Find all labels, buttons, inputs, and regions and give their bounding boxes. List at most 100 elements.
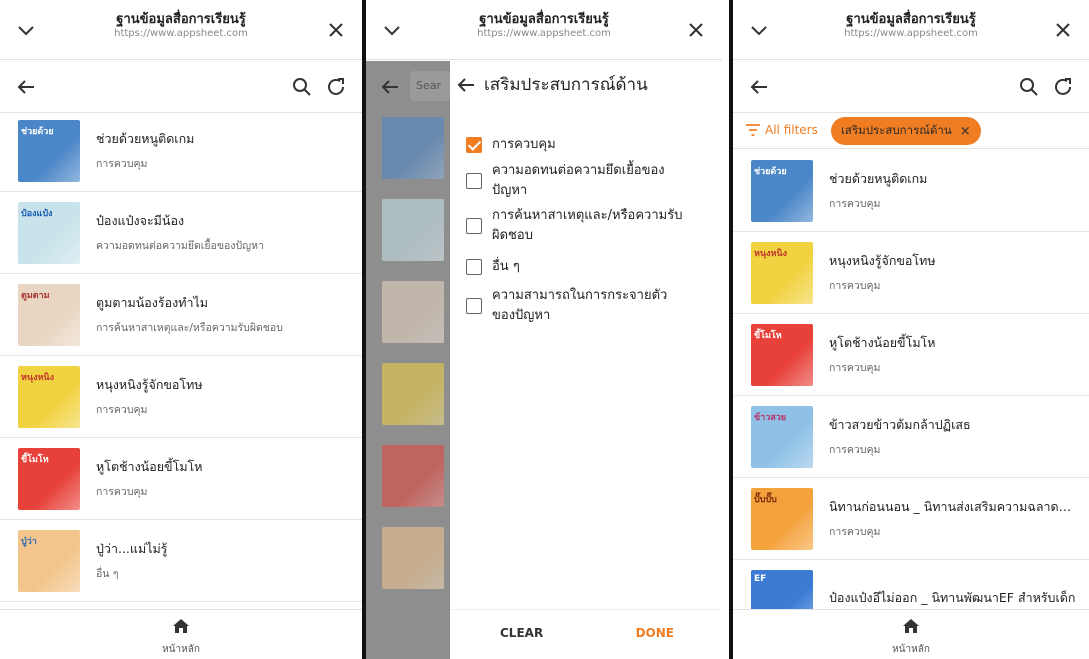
- book-cover-thumbnail: ขี้โมโห: [751, 323, 813, 386]
- bottom-nav: หน้าหลัก: [733, 609, 1089, 659]
- item-list: ช่วยด้วย ช่วยด้วยหนูติดเกม การควบคุม หนุง…: [733, 150, 1089, 642]
- back-arrow-icon[interactable]: [747, 75, 771, 99]
- refresh-icon[interactable]: [1051, 75, 1075, 99]
- book-cover-thumbnail: ช่วยด้วย: [751, 159, 813, 222]
- list-item[interactable]: ป๋องแป๋ง ป๋องแป๋งจะมีน้อง ความอดทนต่อความ…: [0, 192, 362, 274]
- item-category: การควบคุม: [96, 486, 148, 498]
- close-icon[interactable]: [1051, 18, 1075, 42]
- app-header: ฐานข้อมูลสื่อการเรียนรู้ https://www.app…: [366, 0, 722, 60]
- back-arrow-icon[interactable]: [14, 75, 38, 99]
- app-title: ฐานข้อมูลสื่อการเรียนรู้: [479, 12, 609, 27]
- close-icon[interactable]: ×: [960, 124, 971, 139]
- item-category: การควบคุม: [829, 198, 881, 210]
- item-title: ช่วยด้วยหนูติดเกม: [96, 131, 195, 146]
- search-icon[interactable]: [290, 75, 314, 99]
- book-cover-thumbnail: [382, 363, 444, 425]
- panel-filter-sheet: ฐานข้อมูลสื่อการเรียนรู้ https://www.app…: [366, 0, 722, 659]
- app-url: https://www.appsheet.com: [114, 28, 248, 39]
- clear-button[interactable]: CLEAR: [500, 626, 543, 640]
- filter-sheet: เสริมประสบการณ์ด้าน การควบคุม ความอดทนต่…: [450, 61, 722, 659]
- checkbox-icon[interactable]: [466, 218, 482, 234]
- all-filters-button[interactable]: All filters: [745, 123, 818, 137]
- filter-option-label: ความสามารถในการกระจายตัว ของปัญหา: [492, 288, 668, 323]
- list-item[interactable]: ขี้โมโห หูโตช้างน้อยขี้โมโหการควบคุม: [0, 438, 362, 520]
- filter-option[interactable]: การค้นหาสาเหตุและ/หรือความรับ ผิดชอบ: [466, 206, 712, 246]
- item-title: หนุงหนิงรู้จักขอโทษ: [96, 377, 203, 392]
- filter-option-label: อื่น ๆ: [492, 259, 520, 274]
- filter-option[interactable]: ความอดทนต่อความยึดเยื้อของ ปัญหา: [466, 161, 712, 201]
- list-item[interactable]: หนุงหนิง หนุงหนิงรู้จักขอโทษ การควบคุม: [733, 232, 1089, 314]
- item-title: ปู่ว่า...แม่ไม่รู้: [96, 541, 168, 556]
- list-item[interactable]: ช่วยด้วย ช่วยด้วยหนูติดเกม การควบคุม: [733, 150, 1089, 232]
- panel-list-view: ฐานข้อมูลสื่อการเรียนรู้ https://www.app…: [0, 0, 362, 659]
- item-category: การควบคุม: [829, 526, 881, 538]
- refresh-icon[interactable]: [324, 75, 348, 99]
- list-item[interactable]: ปู่ว่า ปู่ว่า...แม่ไม่รู้ อื่น ๆ: [0, 520, 362, 602]
- list-item[interactable]: ปั๊บปั๊บ นิทานก่อนนอน _ นิทานส่งเสริมควา…: [733, 478, 1089, 560]
- book-cover-thumbnail: [382, 527, 444, 589]
- home-icon[interactable]: [901, 616, 921, 636]
- book-cover-thumbnail: ปู่ว่า: [18, 529, 80, 592]
- book-cover-thumbnail: หนุงหนิง: [18, 365, 80, 428]
- app-url: https://www.appsheet.com: [844, 28, 978, 39]
- item-category: การควบคุม: [829, 362, 881, 374]
- list-item[interactable]: ขี้โมโห หูโตช้างน้อยขี้โมโหการควบคุม: [733, 314, 1089, 396]
- filter-option-label: การควบคุม: [492, 137, 556, 152]
- app-header: ฐานข้อมูลสื่อการเรียนรู้ https://www.app…: [733, 0, 1089, 60]
- book-cover-thumbnail: [382, 281, 444, 343]
- back-arrow-icon[interactable]: [454, 73, 478, 97]
- item-category: การควบคุม: [96, 158, 148, 170]
- filter-option[interactable]: ความสามารถในการกระจายตัว ของปัญหา: [466, 286, 712, 326]
- checkbox-icon[interactable]: [466, 173, 482, 189]
- filter-actions: CLEAR DONE: [450, 609, 722, 659]
- item-category: การควบคุม: [96, 404, 148, 416]
- chip-label: เสริมประสบการณ์ด้าน: [841, 123, 952, 137]
- item-title: ตูมตามน้องร้องทำไม: [96, 295, 208, 310]
- search-icon[interactable]: [1017, 75, 1041, 99]
- book-cover-thumbnail: [382, 199, 444, 261]
- all-filters-label: All filters: [765, 123, 818, 137]
- home-icon[interactable]: [171, 616, 191, 636]
- app-title: ฐานข้อมูลสื่อการเรียนรู้: [116, 12, 246, 27]
- list-item[interactable]: หนุงหนิง หนุงหนิงรู้จักขอโทษการควบคุม: [0, 356, 362, 438]
- close-icon[interactable]: [324, 18, 348, 42]
- list-item[interactable]: ข้าวสวย ข้าวสวยข้าวต้มกล้าปฏิเสธการควบคุ…: [733, 396, 1089, 478]
- list-item[interactable]: ช่วยด้วย ช่วยด้วยหนูติดเกม การควบคุม: [0, 110, 362, 192]
- item-title: หูโตช้างน้อยขี้โมโห: [96, 459, 203, 474]
- app-title: ฐานข้อมูลสื่อการเรียนรู้: [846, 12, 976, 27]
- active-filter-chip[interactable]: เสริมประสบการณ์ด้าน ×: [831, 117, 981, 145]
- dimmed-background-overlay[interactable]: Sear: [366, 61, 450, 659]
- book-cover-thumbnail: ขี้โมโห: [18, 447, 80, 510]
- book-cover-thumbnail: ป๋องแป๋ง: [18, 201, 80, 264]
- item-title: หูโตช้างน้อยขี้โมโห: [829, 335, 936, 350]
- filter-sheet-title: เสริมประสบการณ์ด้าน: [484, 75, 648, 95]
- toolbar: [0, 61, 362, 113]
- bottom-nav: หน้าหลัก: [0, 609, 362, 659]
- nav-home-label[interactable]: หน้าหลัก: [733, 642, 1089, 657]
- list-item[interactable]: ตูมตาม ตูมตามน้องร้องทำไม การค้นหาสาเหตุแ…: [0, 274, 362, 356]
- done-button[interactable]: DONE: [636, 626, 674, 640]
- item-category: การควบคุม: [829, 444, 881, 456]
- book-cover-thumbnail: ปั๊บปั๊บ: [751, 487, 813, 550]
- nav-home-label[interactable]: หน้าหลัก: [0, 642, 362, 657]
- filter-option[interactable]: การควบคุม: [466, 135, 712, 155]
- panel-filtered-list: ฐานข้อมูลสื่อการเรียนรู้ https://www.app…: [733, 0, 1089, 659]
- item-title: ข้าวสวยข้าวต้มกล้าปฏิเสธ: [829, 417, 971, 432]
- item-title: หนุงหนิงรู้จักขอโทษ: [829, 253, 936, 268]
- filter-sheet-header: เสริมประสบการณ์ด้าน: [450, 61, 722, 105]
- close-icon[interactable]: [684, 18, 708, 42]
- app-header: ฐานข้อมูลสื่อการเรียนรู้ https://www.app…: [0, 0, 362, 60]
- search-input: Sear: [410, 71, 450, 101]
- filter-option[interactable]: อื่น ๆ: [466, 257, 712, 277]
- item-title: นิทานก่อนนอน _ นิทานส่งเสริมความฉลาดทางส…: [829, 499, 1079, 514]
- book-cover-thumbnail: ข้าวสวย: [751, 405, 813, 468]
- book-cover-thumbnail: ตูมตาม: [18, 283, 80, 346]
- checkbox-icon[interactable]: [466, 298, 482, 314]
- filter-option-label: ความอดทนต่อความยึดเยื้อของ ปัญหา: [492, 163, 665, 198]
- filter-icon: [745, 123, 761, 137]
- filter-bar: All filters เสริมประสบการณ์ด้าน ×: [733, 113, 1089, 149]
- checkbox-icon[interactable]: [466, 259, 482, 275]
- checkbox-icon[interactable]: [466, 137, 482, 153]
- item-title: ป๋องแป๋งอึไม่ออก _ นิทานพัฒนาEF สำหรับเด…: [829, 589, 1076, 605]
- item-category: การควบคุม: [829, 280, 881, 292]
